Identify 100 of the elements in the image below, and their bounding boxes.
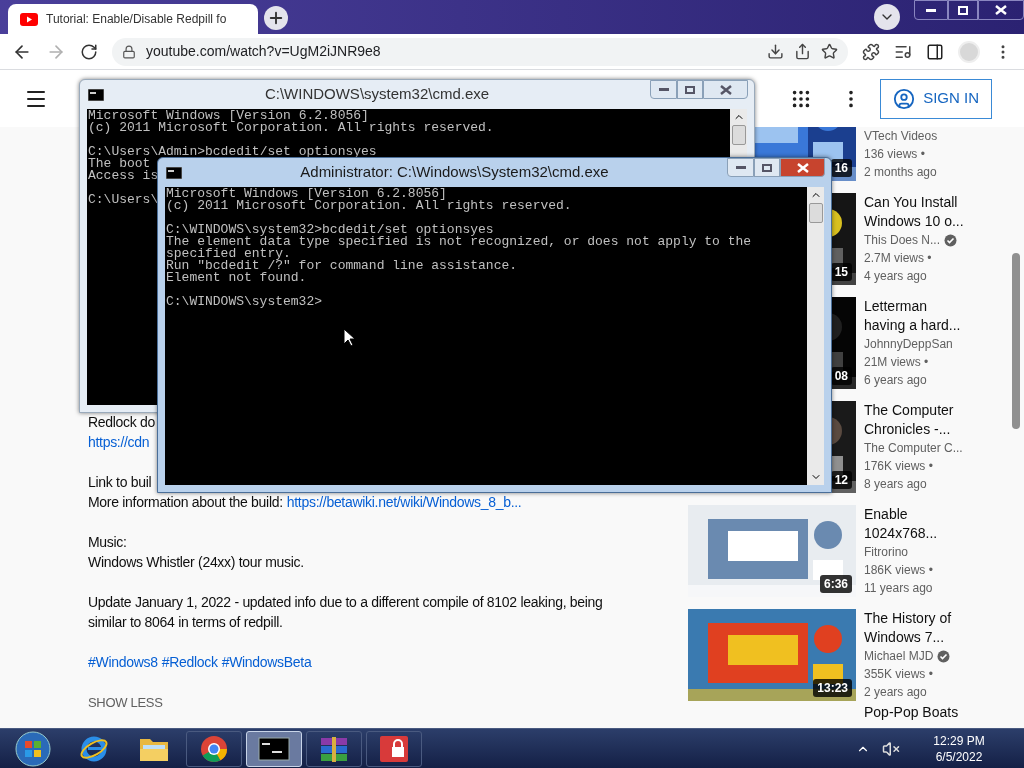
description-link[interactable]: #WindowsBeta — [221, 652, 312, 672]
scroll-thumb[interactable] — [731, 125, 746, 145]
minimize-button[interactable] — [727, 158, 754, 177]
close-icon — [719, 84, 732, 95]
taskbar-app[interactable] — [186, 730, 242, 767]
video-title[interactable]: Can You Install — [864, 193, 964, 212]
channel-name: Fitrorino — [864, 544, 908, 561]
duration-badge: 15 — [830, 263, 852, 281]
channel-name: This Does N... — [864, 232, 941, 249]
maximize-button[interactable] — [948, 0, 978, 20]
duration-badge: 12 — [830, 471, 852, 489]
address-bar[interactable]: youtube.com/watch?v=UgM2iJNR9e8 — [112, 37, 848, 66]
video-title[interactable]: Letterman — [864, 297, 961, 316]
minimize-button[interactable] — [914, 0, 948, 20]
upload-age: 11 years ago — [864, 580, 934, 597]
start-orb-icon — [15, 730, 51, 767]
channel-name: The Computer C... — [864, 440, 963, 457]
plus-icon — [267, 9, 285, 27]
lock-icon — [378, 733, 410, 764]
video-title[interactable]: 1024x768... — [864, 524, 938, 543]
side-panel-icon[interactable] — [926, 42, 944, 61]
description-text: Link to buil — [88, 473, 152, 492]
console-icon — [258, 736, 290, 761]
upload-age: 8 years ago — [864, 476, 928, 493]
description-text: Music: — [88, 533, 127, 552]
new-tab-button[interactable] — [264, 6, 288, 30]
reload-icon[interactable] — [80, 42, 98, 61]
minimize-button[interactable] — [650, 80, 677, 99]
video-title[interactable]: having a hard... — [864, 316, 961, 335]
chrome-icon — [199, 733, 229, 764]
console-line: C:\Users\Admin>bcdedit/set optionsyes — [88, 146, 377, 158]
view-count: 186K views • — [864, 562, 934, 579]
scroll-thumb[interactable] — [808, 203, 823, 223]
video-title[interactable]: Windows 10 o... — [864, 212, 964, 231]
view-count: 136 views • — [864, 146, 926, 163]
description-text: Windows Whistler (24xx) tour music. — [88, 553, 304, 572]
verified-icon — [937, 649, 951, 663]
sign-in-button[interactable]: SIGN IN — [880, 78, 992, 119]
bookmark-star-icon[interactable] — [821, 43, 838, 60]
video-title[interactable]: Chronicles -... — [864, 420, 963, 439]
duration-badge: 08 — [830, 367, 852, 385]
console-line: Microsoft Windows [Version 6.2.8056] — [166, 188, 447, 200]
tab-search-button[interactable] — [874, 4, 900, 30]
url-text: youtube.com/watch?v=UgM2iJNR9e8 — [146, 42, 382, 61]
upload-age: 6 years ago — [864, 372, 928, 389]
lock-icon — [122, 44, 136, 59]
play-logo-icon — [20, 12, 38, 26]
view-count: 21M views • — [864, 354, 930, 371]
description-link[interactable]: https://betawiki.net/wiki/Windows_8_b... — [286, 492, 522, 512]
description-text: similar to 8064 in terms of redpill. — [88, 613, 283, 632]
upload-age: 2 months ago — [864, 164, 938, 181]
channel-name: Michael MJD — [864, 648, 934, 665]
browser-tab[interactable]: Tutorial: Enable/Disable Redpill fo — [8, 4, 258, 34]
description-text: More information about the build: — [88, 493, 283, 512]
video-title[interactable]: Windows 7... — [864, 628, 952, 647]
close-icon — [995, 5, 1007, 15]
description-link[interactable]: https://cdn — [88, 432, 150, 452]
channel-name: VTech Videos — [864, 128, 938, 145]
console-line: (c) 2011 Microsoft Corporation. All rights reserved. — [88, 122, 494, 134]
description-link[interactable]: #Redlock — [161, 652, 218, 672]
upload-age: 4 years ago — [864, 268, 928, 285]
user-icon — [893, 87, 916, 110]
maximize-button[interactable] — [677, 80, 703, 99]
upload-age: 2 years ago — [864, 684, 928, 701]
video-title[interactable]: The Computer — [864, 401, 963, 420]
console-line: C:\Users\ — [88, 194, 159, 206]
books-icon — [318, 734, 350, 763]
volume-muted-icon[interactable] — [882, 739, 900, 758]
duration-badge: 16 — [830, 159, 852, 177]
taskbar-app[interactable] — [306, 730, 362, 767]
cursor-icon — [343, 328, 355, 347]
console-line: Run "bcdedit /?" for command line assistance. — [166, 260, 518, 272]
console-line: The element data type specified is not recognized, or does not apply to the — [166, 236, 752, 248]
close-button[interactable] — [978, 0, 1024, 20]
console-icon — [88, 88, 104, 101]
console-line: Access is — [88, 170, 159, 182]
clock-time: 12:29 PM — [933, 732, 985, 749]
video-title[interactable]: Pop-Pop Boats — [864, 703, 959, 722]
install-icon[interactable] — [767, 43, 784, 60]
share-icon[interactable] — [794, 43, 811, 60]
description-text: Redlock do — [88, 413, 156, 432]
console-line: C:\WINDOWS\system32>bcdedit/set optionsyes — [166, 224, 494, 236]
extensions-icon[interactable] — [862, 42, 880, 61]
show-less-button[interactable]: SHOW LESS — [88, 693, 163, 713]
description-link[interactable]: #Windows8 — [88, 652, 158, 672]
window-title: C:\WINDOWS\system32\cmd.exe — [263, 84, 491, 105]
console-line: The boot — [88, 158, 151, 170]
maximize-button[interactable] — [754, 158, 780, 177]
clock-date: 6/5/2022 — [935, 748, 983, 765]
scroll-thumb[interactable] — [1012, 253, 1020, 429]
video-title[interactable]: The History of — [864, 609, 952, 628]
console-line: Microsoft Windows [Version 6.2.8056] — [88, 110, 369, 122]
console-line: specified entry. — [166, 248, 291, 260]
channel-name: JohnnyDeppSan — [864, 336, 953, 353]
view-count: 2.7M views • — [864, 250, 933, 267]
console-icon — [166, 166, 182, 179]
taskbar-app[interactable] — [366, 730, 422, 767]
tab-title: Tutorial: Enable/Disable Redpill fo — [46, 11, 227, 28]
close-button[interactable] — [703, 80, 748, 99]
video-title[interactable]: Enable — [864, 505, 938, 524]
